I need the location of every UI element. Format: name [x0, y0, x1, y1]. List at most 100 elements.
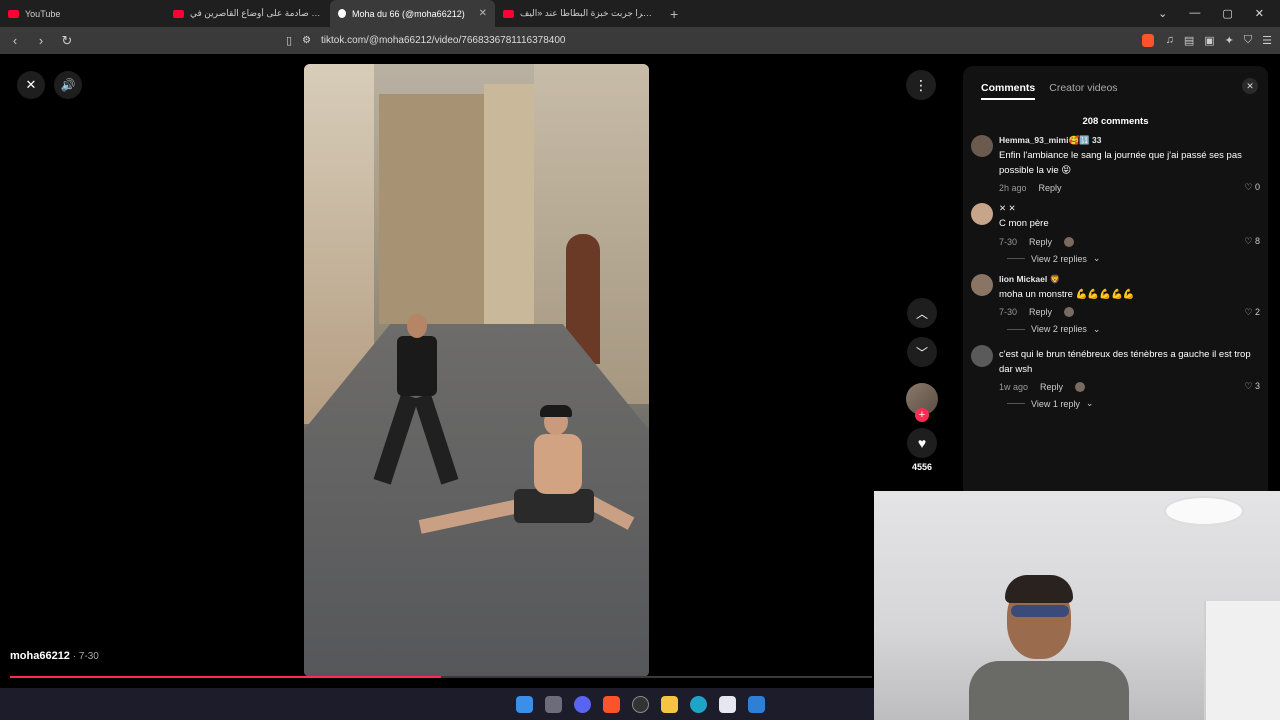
previous-video-button[interactable]: ︿: [907, 298, 937, 328]
view-replies-button[interactable]: View 2 replies ⌄: [1007, 253, 1260, 264]
youtube-icon: [8, 9, 19, 18]
follow-plus-icon[interactable]: +: [915, 408, 929, 422]
comment-like-count: 3: [1254, 381, 1260, 392]
discord-icon[interactable]: [573, 695, 591, 713]
view-replies-button[interactable]: View 2 replies ⌄: [1007, 324, 1260, 335]
comment-like-count: 0: [1254, 182, 1260, 193]
close-window-icon[interactable]: ✕: [1255, 7, 1264, 20]
leo-ai-icon[interactable]: ✦: [1225, 34, 1234, 47]
comment-like-button[interactable]: ♡ 2: [1244, 307, 1260, 318]
video-frame-person: [418, 405, 644, 579]
close-icon: ✕: [25, 77, 37, 92]
comment-like-button[interactable]: ♡ 3: [1244, 381, 1260, 392]
wallet-icon[interactable]: ▣: [1204, 34, 1214, 47]
comment-time: 2h ago: [999, 182, 1027, 193]
url-text[interactable]: tiktok.com/@moha66212/video/766833678111…: [321, 35, 565, 46]
heart-outline-icon: ♡: [1244, 381, 1253, 392]
comment-author[interactable]: lion Mickael 🦁: [999, 274, 1260, 285]
youtube-icon: [173, 9, 184, 18]
tab-creator-videos[interactable]: Creator videos: [1049, 82, 1117, 100]
task-view-icon[interactable]: [544, 695, 562, 713]
outlook-icon[interactable]: [747, 695, 765, 713]
youtube-icon: [503, 9, 514, 18]
site-info-icon[interactable]: ⚙: [302, 35, 311, 46]
comment-item: c'est qui le brun ténébreux des ténèbres…: [971, 344, 1260, 392]
reply-button[interactable]: Reply: [1040, 382, 1063, 392]
chevron-down-icon[interactable]: ⌄: [1158, 7, 1167, 20]
video-progress-fill: [10, 676, 441, 678]
brave-shield-icon[interactable]: [1141, 34, 1154, 47]
close-video-button[interactable]: ✕: [17, 71, 45, 99]
more-options-button[interactable]: ⋮: [906, 70, 936, 100]
vpn-icon[interactable]: ⛉: [1244, 34, 1252, 47]
close-icon: ✕: [1246, 80, 1254, 91]
avatar[interactable]: [971, 344, 993, 367]
reply-button[interactable]: Reply: [1029, 307, 1052, 317]
like-button[interactable]: ♥: [907, 428, 937, 458]
store-icon[interactable]: [718, 695, 736, 713]
brave-browser-icon[interactable]: [602, 695, 620, 713]
reply-button[interactable]: Reply: [1029, 237, 1052, 247]
windows-start-icon[interactable]: [515, 695, 533, 713]
comment-time: 7-30: [999, 236, 1018, 247]
post-date: · 7-30: [69, 651, 99, 662]
comment-like-button[interactable]: ♡ 0: [1244, 182, 1260, 193]
divider: [1007, 258, 1025, 260]
tab-label: Moha du 66 (@moha66212): [352, 8, 465, 19]
tab-youtube-video-2[interactable]: أخيرا جربت خبزة البطاطا عند «اليف...: [495, 0, 660, 27]
forward-icon[interactable]: ›: [34, 33, 48, 48]
comment-item: lion Mickael 🦁 moha un monstre 💪💪💪💪💪 7-3…: [971, 274, 1260, 318]
window-controls: ⌄ — ▢ ✕: [1158, 7, 1280, 20]
obs-icon[interactable]: [631, 695, 649, 713]
comment-item: ✕ ✕ C mon père 7-30 Reply ♡ 8: [971, 203, 1260, 247]
sound-button[interactable]: 🔊: [54, 71, 82, 99]
comment-item: Hemma_93_mimi🥰🔢 33 Enfin l'ambiance le s…: [971, 135, 1260, 193]
tab-comments[interactable]: Comments: [981, 82, 1036, 100]
comment-author[interactable]: ✕ ✕: [999, 203, 1260, 214]
next-video-button[interactable]: ﹀: [907, 337, 937, 367]
comment-count: 208 comments: [1082, 116, 1149, 127]
maximize-icon[interactable]: ▢: [1222, 7, 1232, 20]
media-icon[interactable]: ♫: [1166, 34, 1174, 47]
close-tab-icon[interactable]: ✕: [479, 8, 487, 19]
chevron-down-icon: ⌄: [1092, 253, 1101, 264]
new-tab-button[interactable]: +: [660, 6, 688, 22]
comment-time: 1w ago: [999, 381, 1029, 392]
address-bar[interactable]: ▯ ⚙ tiktok.com/@moha66212/video/76683367…: [286, 34, 1130, 47]
divider: [1007, 328, 1025, 330]
close-panel-button[interactable]: ✕: [1242, 78, 1258, 94]
sidebar-icon[interactable]: ▤: [1184, 34, 1194, 47]
video-player[interactable]: [304, 64, 649, 677]
avatar[interactable]: [971, 203, 993, 226]
minimize-icon[interactable]: —: [1189, 7, 1200, 20]
webcam-person: [969, 571, 1129, 720]
reload-icon[interactable]: ↻: [60, 33, 74, 49]
back-icon[interactable]: ‹: [8, 33, 22, 48]
comment-author[interactable]: Hemma_93_mimi🥰🔢 33: [999, 135, 1260, 146]
view-replies-button[interactable]: View 1 reply ⌄: [1007, 398, 1260, 409]
author-name[interactable]: moha66212: [10, 650, 70, 662]
creator-liked-avatar: [1064, 307, 1075, 318]
view-replies-label: View 2 replies: [1031, 324, 1087, 335]
tab-youtube-video-1[interactable]: حقائق صادمة على أوضاع القاصرين في...: [165, 0, 330, 27]
edge-icon[interactable]: [689, 695, 707, 713]
reply-button[interactable]: Reply: [1039, 183, 1062, 193]
file-explorer-icon[interactable]: [660, 695, 678, 713]
more-vertical-icon: ⋮: [914, 76, 928, 93]
tab-tiktok[interactable]: Moha du 66 (@moha66212) ✕: [330, 0, 495, 27]
heart-outline-icon: ♡: [1244, 306, 1253, 317]
video-frame-building: [484, 84, 539, 324]
bookmark-icon[interactable]: ▯: [286, 34, 292, 47]
video-progress-bar[interactable]: [10, 676, 872, 678]
avatar[interactable]: [971, 135, 993, 157]
chevron-down-icon: ⌄: [1092, 323, 1101, 334]
tab-youtube[interactable]: YouTube: [0, 0, 165, 27]
avatar[interactable]: [971, 274, 993, 297]
comments-panel: Comments Creator videos ✕ 208 comments H…: [963, 66, 1268, 506]
comment-like-button[interactable]: ♡ 8: [1244, 236, 1260, 247]
menu-icon[interactable]: ☰: [1262, 34, 1272, 47]
comment-time: 7-30: [999, 307, 1018, 318]
heart-outline-icon: ♡: [1244, 236, 1253, 247]
tiktok-icon: [338, 9, 346, 18]
browser-tabbar: YouTube حقائق صادمة على أوضاع القاصرين ف…: [0, 0, 1280, 27]
